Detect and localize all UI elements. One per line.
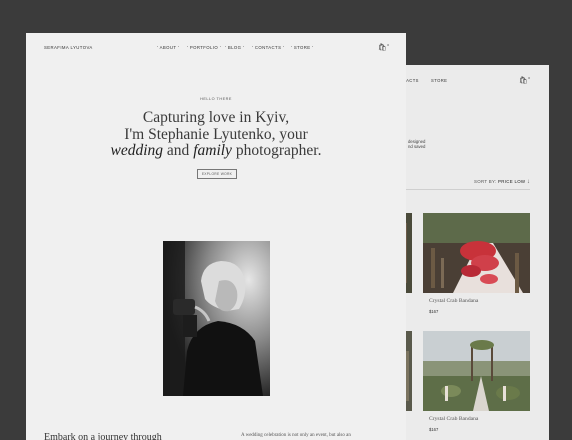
nav-store[interactable]: ' STORE ' bbox=[291, 45, 313, 50]
product-card[interactable]: Crystal Crab Bandana $167 bbox=[423, 331, 530, 432]
hero-eyebrow: HELLO THERE bbox=[200, 97, 232, 101]
product-card[interactable]: Crystal Crab Bandana $167 bbox=[423, 213, 530, 314]
nav-contacts[interactable]: ' CONTACTS ' bbox=[252, 45, 284, 50]
nav-store[interactable]: STORE bbox=[431, 78, 447, 83]
explore-work-button[interactable]: EXPLORE WORK bbox=[197, 169, 237, 179]
product-price: $167 bbox=[429, 309, 439, 314]
nav-blog[interactable]: ' BLOG ' bbox=[225, 45, 244, 50]
nav-portfolio[interactable]: ' PORTFOLIO ' bbox=[187, 45, 221, 50]
site-logo[interactable]: SERAFIMA LYUTOVA bbox=[44, 45, 93, 50]
portrait-photo bbox=[163, 241, 270, 396]
product-title[interactable]: Crystal Crab Bandana bbox=[429, 416, 530, 422]
section-intro: A wedding celebration is not only an eve… bbox=[241, 433, 351, 438]
hero-heading: Capturing love in Kyiv, I'm Stephanie Ly… bbox=[110, 109, 322, 159]
divider bbox=[400, 189, 530, 190]
sort-arrow-icon: ↓ bbox=[526, 179, 531, 185]
shopping-bag-icon[interactable]: 🛍0 bbox=[378, 43, 389, 51]
sort-control[interactable]: SORT BY: PRICE LOW ↓ bbox=[474, 179, 530, 185]
main-nav: SERAFIMA LYUTOVA ' ABOUT ' ' PORTFOLIO '… bbox=[26, 43, 406, 55]
shopping-bag-icon[interactable]: 🛍0 bbox=[519, 76, 530, 84]
product-price: $167 bbox=[429, 427, 439, 432]
nav-about[interactable]: ' ABOUT ' bbox=[157, 45, 179, 50]
section-heading: Embark on a journey through bbox=[44, 432, 162, 440]
product-image[interactable] bbox=[423, 213, 530, 293]
store-description: designed nd saved bbox=[408, 139, 426, 149]
product-image[interactable] bbox=[423, 331, 530, 411]
home-page-preview: SERAFIMA LYUTOVA ' ABOUT ' ' PORTFOLIO '… bbox=[26, 33, 406, 440]
product-title[interactable]: Crystal Crab Bandana bbox=[429, 298, 530, 304]
